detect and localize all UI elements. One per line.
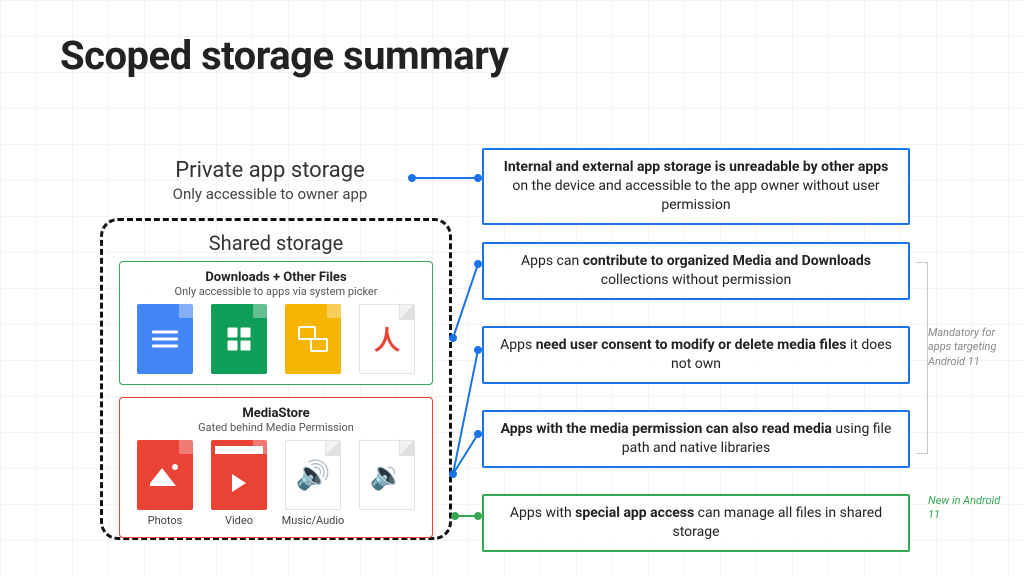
audio-caption-blank bbox=[386, 514, 389, 527]
docs-file-icon bbox=[137, 304, 193, 374]
shared-heading: Shared storage bbox=[119, 231, 433, 255]
downloads-title: Downloads + Other Files bbox=[128, 270, 424, 285]
sheets-file-icon bbox=[211, 304, 267, 374]
note1-rest: on the device and accessible to the app … bbox=[512, 178, 879, 213]
note2-rest: collections without permission bbox=[601, 272, 792, 288]
music-caption: Music/Audio bbox=[282, 514, 345, 527]
photos-file-icon bbox=[137, 440, 193, 510]
downloads-sub: Only accessible to apps via system picke… bbox=[128, 285, 424, 298]
note2-bold: contribute to organized Media and Downlo… bbox=[583, 253, 871, 269]
note5-rest: can manage all files in shared storage bbox=[672, 505, 882, 540]
private-storage-header: Private app storage Only accessible to o… bbox=[120, 158, 420, 203]
pdf-file-icon: 人 bbox=[359, 304, 415, 374]
note3-pre: Apps bbox=[500, 337, 536, 353]
mediastore-group: MediaStore Gated behind Media Permission… bbox=[119, 397, 433, 538]
video-caption: Video bbox=[225, 514, 253, 527]
note1-bold: Internal and external app storage is unr… bbox=[504, 159, 889, 175]
mandatory-note: Mandatory for apps targeting Android 11 bbox=[928, 326, 1006, 369]
photos-caption: Photos bbox=[148, 514, 183, 527]
note5-bold: special app access bbox=[575, 505, 694, 521]
note-box-3: Apps need user consent to modify or dele… bbox=[482, 326, 910, 384]
video-file-icon bbox=[211, 440, 267, 510]
music-file-icon: 🔊 bbox=[285, 440, 341, 510]
private-sub: Only accessible to owner app bbox=[120, 185, 420, 203]
mediastore-title: MediaStore bbox=[128, 406, 424, 421]
note3-bold: need user consent to modify or delete me… bbox=[536, 337, 847, 353]
slides-file-icon bbox=[285, 304, 341, 374]
page-title: Scoped storage summary bbox=[60, 32, 508, 79]
note2-pre: Apps can bbox=[521, 253, 583, 269]
mandatory-bracket bbox=[916, 262, 928, 454]
private-heading: Private app storage bbox=[120, 158, 420, 183]
note-box-1: Internal and external app storage is unr… bbox=[482, 148, 910, 225]
note-box-5: Apps with special app access can manage … bbox=[482, 494, 910, 552]
newin-note: New in Android 11 bbox=[928, 494, 1006, 523]
note4-bold: Apps with the media permission can also … bbox=[501, 421, 832, 437]
mediastore-sub: Gated behind Media Permission bbox=[128, 421, 424, 434]
audio-file-icon: 🔉 bbox=[359, 440, 415, 510]
note-box-4: Apps with the media permission can also … bbox=[482, 410, 910, 468]
note-box-2: Apps can contribute to organized Media a… bbox=[482, 242, 910, 300]
downloads-group: Downloads + Other Files Only accessible … bbox=[119, 261, 433, 385]
note5-pre: Apps with bbox=[510, 505, 575, 521]
shared-storage-container: Shared storage Downloads + Other Files O… bbox=[100, 218, 452, 540]
